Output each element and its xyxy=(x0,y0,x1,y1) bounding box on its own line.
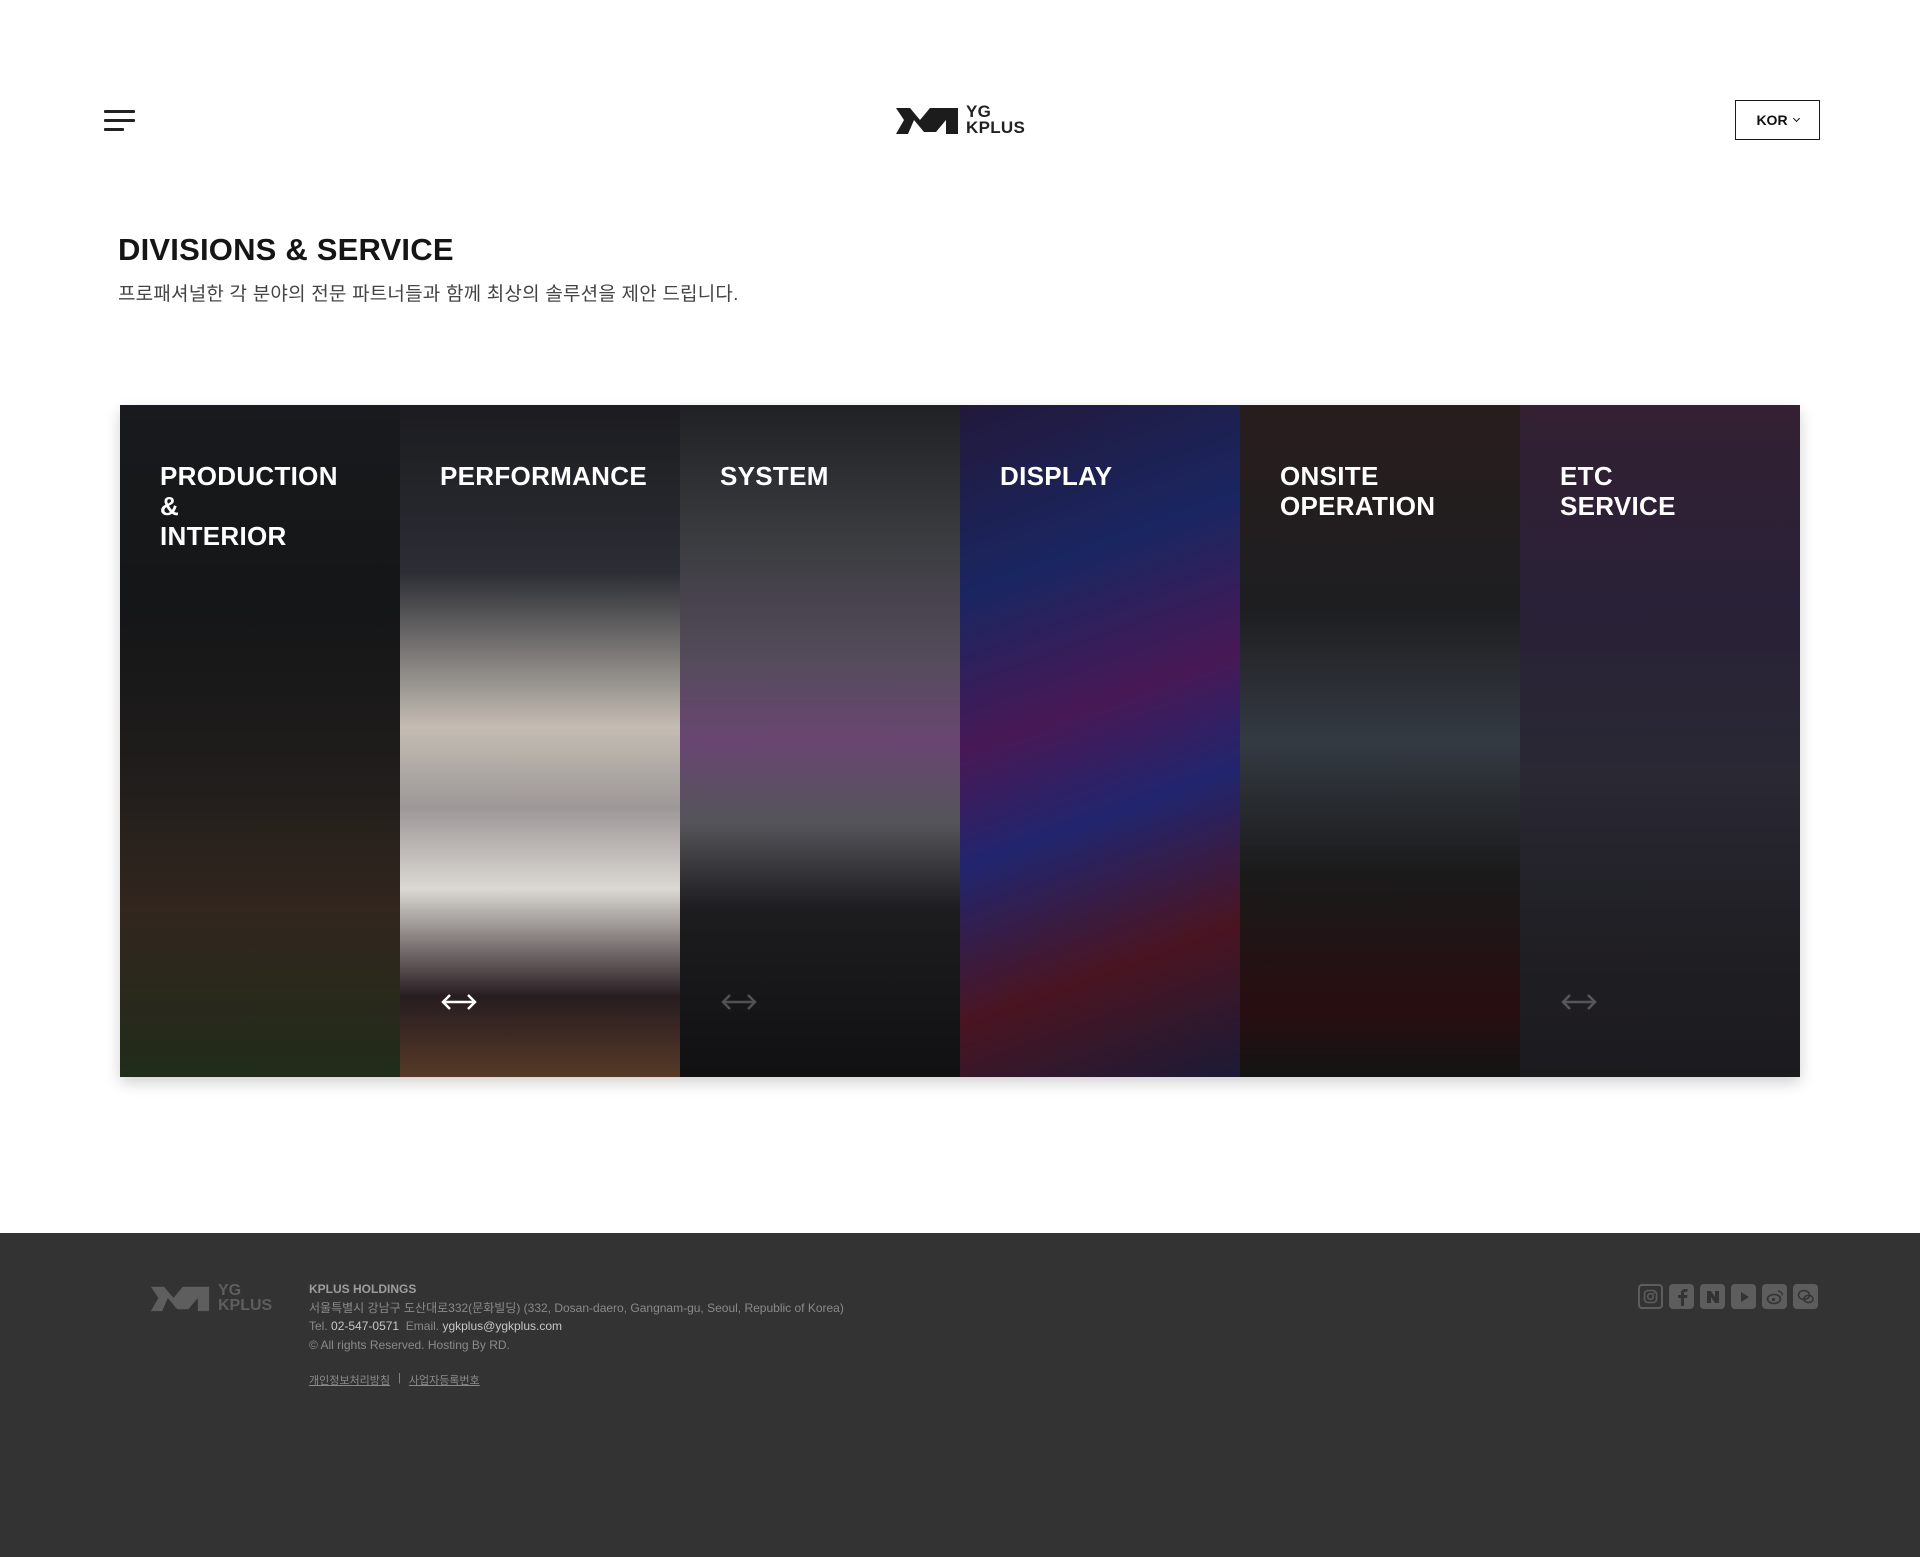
language-select[interactable]: KOR xyxy=(1735,100,1820,140)
footer-company-name: KPLUS HOLDINGS xyxy=(309,1282,417,1296)
footer-logo[interactable]: YG KPLUS xyxy=(150,1282,273,1314)
social-links xyxy=(1638,1284,1818,1309)
footer-logo-line-yg: YG xyxy=(218,1282,242,1299)
yg-logo-icon xyxy=(896,108,958,134)
youtube-icon[interactable] xyxy=(1731,1284,1756,1309)
division-panel-etc-service[interactable]: ETC SERVICE xyxy=(1520,405,1800,1077)
division-label: PRODUCTION & INTERIOR xyxy=(160,461,338,551)
footer-company-info: KPLUS HOLDINGS 서울특별시 강남구 도산대로332(문화빌딩) (… xyxy=(309,1280,844,1354)
site-logo[interactable]: YG KPLUS xyxy=(896,103,1025,137)
expand-arrow-icon[interactable] xyxy=(1560,992,1598,1012)
footer-contact: Tel. 02-547-0571 Email. ygkplus@ygkplus.… xyxy=(309,1319,563,1333)
division-panel-onsite-operation[interactable]: ONSITE OPERATION xyxy=(1240,405,1520,1077)
footer-email[interactable]: ygkplus@ygkplus.com xyxy=(442,1319,562,1333)
logo-line-kplus: KPLUS xyxy=(966,118,1026,137)
footer-address: 서울특별시 강남구 도산대로332(문화빌딩) (332, Dosan-daer… xyxy=(309,1300,844,1315)
division-panel-system[interactable]: SYSTEM xyxy=(680,405,960,1077)
page-title: DIVISIONS & SERVICE xyxy=(118,232,454,267)
division-panel-display[interactable]: DISPLAY xyxy=(960,405,1240,1077)
site-footer: YG KPLUS KPLUS HOLDINGS 서울특별시 강남구 도산대로33… xyxy=(0,1233,1920,1557)
footer-tel: 02-547-0571 xyxy=(331,1319,400,1333)
footer-copyright: © All rights Reserved. Hosting By RD. xyxy=(309,1337,510,1352)
division-panel-production-interior[interactable]: PRODUCTION & INTERIOR xyxy=(120,405,400,1077)
division-label: SYSTEM xyxy=(720,461,829,491)
business-registration-link[interactable]: 사업자등록번호 xyxy=(409,1372,480,1388)
footer-links: 개인정보처리방침 | 사업자등록번호 xyxy=(309,1372,480,1388)
divisions-accordion: PRODUCTION & INTERIOR PERFORMANCE SYSTEM… xyxy=(120,405,1800,1077)
chevron-down-icon xyxy=(1792,114,1800,123)
hamburger-menu-icon[interactable] xyxy=(104,108,136,134)
wechat-icon[interactable] xyxy=(1793,1284,1818,1309)
site-header: YG KPLUS KOR xyxy=(0,0,1920,240)
division-panel-performance[interactable]: PERFORMANCE xyxy=(400,405,680,1077)
division-label: ETC SERVICE xyxy=(1560,461,1676,521)
division-label: ONSITE OPERATION xyxy=(1280,461,1436,521)
facebook-icon[interactable] xyxy=(1669,1284,1694,1309)
division-label: DISPLAY xyxy=(1000,461,1113,491)
instagram-icon[interactable] xyxy=(1638,1284,1663,1309)
weibo-icon[interactable] xyxy=(1762,1284,1787,1309)
naver-icon[interactable] xyxy=(1700,1284,1725,1309)
language-value: KOR xyxy=(1756,112,1788,128)
privacy-policy-link[interactable]: 개인정보처리방침 xyxy=(309,1372,390,1388)
link-separator: | xyxy=(397,1372,401,1384)
expand-arrow-icon[interactable] xyxy=(440,992,478,1012)
expand-arrow-icon[interactable] xyxy=(720,992,758,1012)
division-label: PERFORMANCE xyxy=(440,461,647,491)
footer-logo-line-kplus: KPLUS xyxy=(218,1297,273,1314)
page-subtitle: 프로패셔널한 각 분야의 전문 파트너들과 함께 최상의 솔루션을 제안 드립니… xyxy=(118,284,739,305)
yg-logo-icon xyxy=(150,1286,210,1312)
